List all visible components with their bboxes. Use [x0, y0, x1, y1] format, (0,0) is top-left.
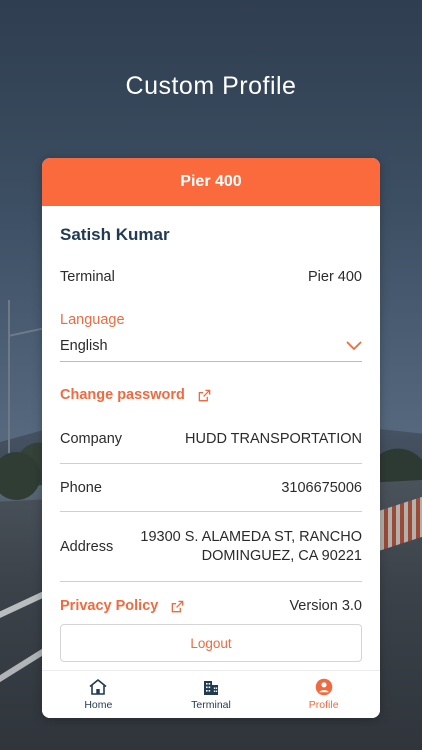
- company-value: HUDD TRANSPORTATION: [185, 430, 362, 447]
- terminal-label: Terminal: [60, 269, 115, 285]
- profile-card: Pier 400 Satish Kumar Terminal Pier 400 …: [42, 158, 380, 718]
- profile-content: Satish Kumar Terminal Pier 400 Language …: [42, 224, 380, 662]
- chevron-down-icon: [346, 341, 362, 350]
- language-label: Language: [60, 312, 125, 328]
- language-select[interactable]: English: [60, 330, 362, 362]
- user-name: Satish Kumar: [60, 225, 170, 244]
- tab-home-label: Home: [84, 699, 113, 711]
- terminal-value: Pier 400: [307, 269, 362, 285]
- address-row: Address 19300 S. ALAMEDA ST, RANCHO DOMI…: [60, 512, 362, 582]
- phone-value: 3106675006: [281, 479, 362, 496]
- profile-icon: [315, 678, 332, 696]
- terminal-row: Terminal Pier 400: [60, 268, 362, 286]
- address-value: 19300 S. ALAMEDA ST, RANCHO DOMINGUEZ, C…: [140, 528, 362, 566]
- home-icon: [89, 679, 107, 695]
- privacy-row: Privacy Policy Version 3.0: [60, 596, 362, 616]
- address-line2: DOMINGUEZ, CA 90221: [201, 547, 362, 564]
- address-line1: 19300 S. ALAMEDA ST, RANCHO: [140, 528, 362, 545]
- card-header: Pier 400: [42, 158, 380, 206]
- building-icon: [204, 681, 218, 695]
- tab-terminal-label: Terminal: [191, 699, 231, 711]
- change-password-label: Change password: [60, 387, 185, 403]
- language-value: English: [60, 337, 108, 354]
- phone-row: Phone 3106675006: [60, 464, 362, 512]
- phone-label: Phone: [60, 479, 102, 496]
- company-row: Company HUDD TRANSPORTATION: [60, 414, 362, 464]
- change-password-link[interactable]: Change password: [60, 386, 362, 404]
- version-text: Version 3.0: [289, 598, 362, 614]
- company-label: Company: [60, 430, 123, 447]
- tab-profile-label: Profile: [308, 699, 339, 711]
- privacy-policy-label: Privacy Policy: [60, 598, 159, 614]
- bottom-tab-bar: Home Terminal Profile: [42, 670, 380, 718]
- tab-profile[interactable]: Profile: [267, 671, 380, 718]
- screen-title: Custom Profile: [125, 72, 297, 100]
- external-link-icon: [172, 600, 184, 612]
- privacy-policy-link[interactable]: Privacy Policy: [60, 598, 185, 614]
- tab-home[interactable]: Home: [42, 671, 155, 718]
- tab-terminal[interactable]: Terminal: [155, 671, 268, 718]
- external-link-icon: [198, 389, 211, 401]
- logout-button[interactable]: Logout: [60, 624, 362, 662]
- address-label: Address: [60, 538, 114, 555]
